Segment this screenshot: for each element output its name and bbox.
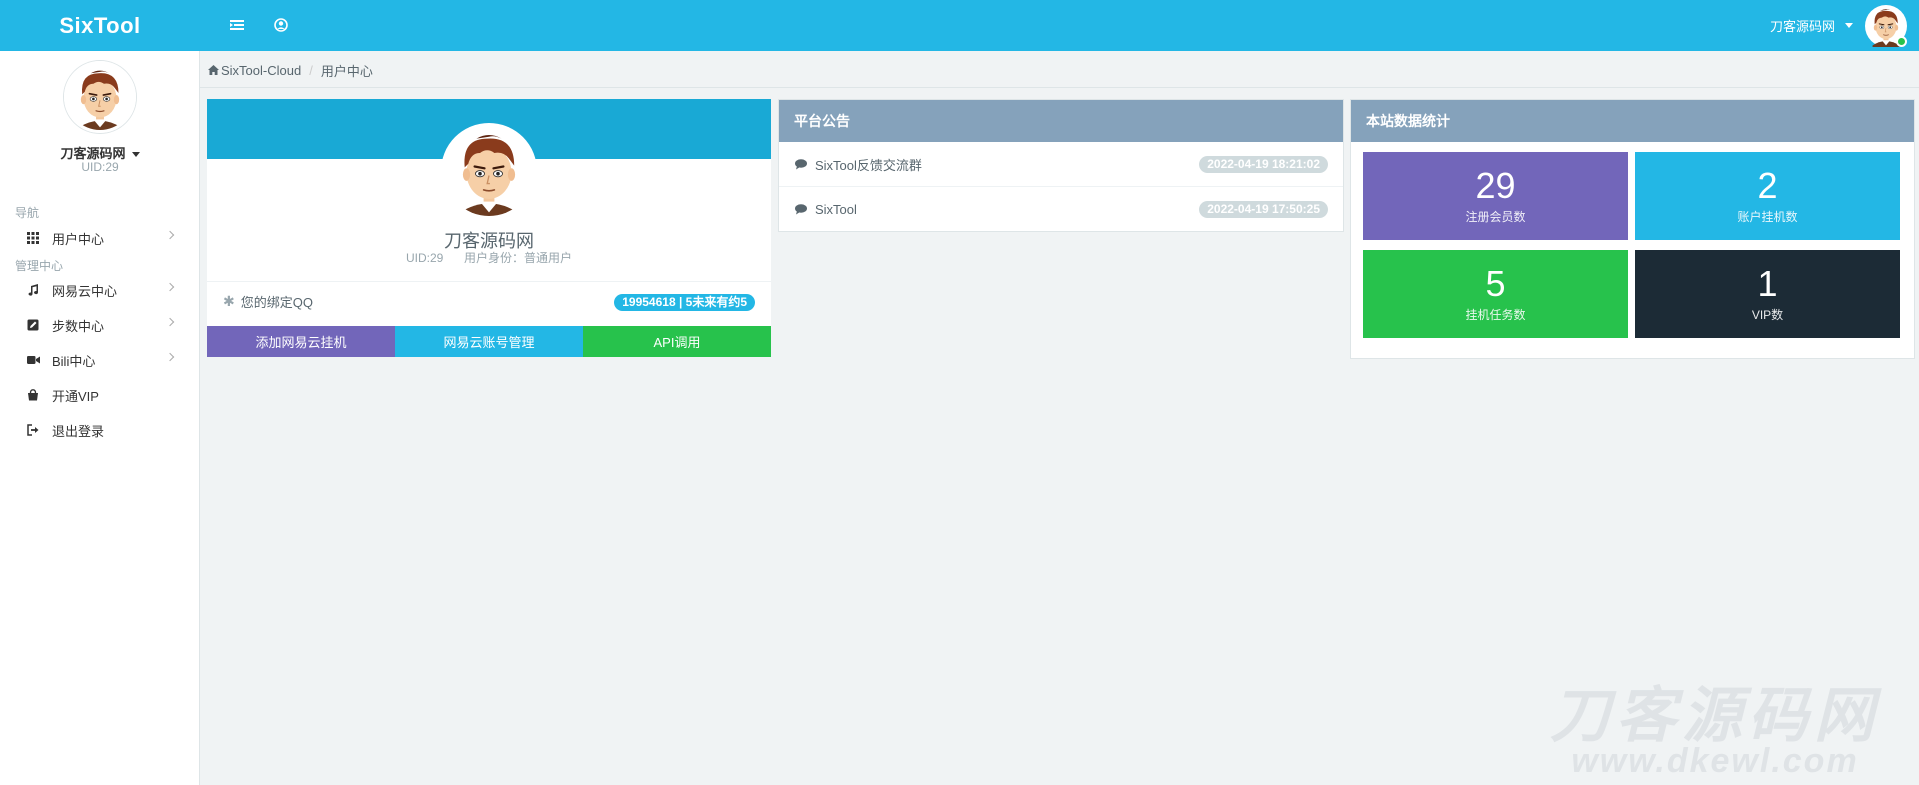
top-navbar: SixTool 刀客源码网 [0,0,1919,51]
breadcrumb-divider [200,87,1919,88]
sidebar-uid: UID:29 [81,160,119,174]
watermark: 刀客源码网 www.dkewl.com [1525,682,1905,780]
sidebar-item-vip[interactable]: 开通VIP [0,378,199,412]
comment-icon [795,204,807,215]
nav-section-header: 管理中心 [15,259,64,273]
chevron-right-icon [165,352,175,362]
profile-role: 用户身份：普通用户 [464,251,573,265]
header-avatar[interactable] [1865,5,1907,47]
stat-label: VIP数 [1751,308,1784,322]
action-button-group: 添加网易云挂机 网易云账号管理 API调用 [207,326,771,357]
qq-binding-row: ✱ 您的绑定QQ 19954618 | 5未来有约5 [207,281,771,321]
asterisk-icon: ✱ [223,293,235,309]
stats-title: 本站数据统计 [1351,100,1914,142]
user-circle-icon[interactable] [270,14,292,36]
breadcrumb-root-link[interactable]: SixTool-Cloud [221,63,301,78]
stat-host-tasks: 5 挂机任务数 [1363,250,1628,338]
qq-value-badge: 19954618 | 5未来有约5 [614,294,755,311]
watermark-en: www.dkewl.com [1571,742,1859,780]
chevron-right-icon [165,282,175,292]
home-icon[interactable] [208,65,219,75]
chevron-down-icon [131,152,140,158]
chevron-right-icon [165,230,175,240]
sidebar-item-netease[interactable]: 网易云中心 [0,273,199,307]
sidebar-item-label: 开通VIP [52,388,99,404]
sidebar-item-label: 步数中心 [52,318,105,334]
shopping-bag-icon [24,386,42,404]
sidebar-avatar[interactable] [64,61,136,133]
profile-meta: UID:29 用户身份：普通用户 [207,249,771,266]
stat-label: 账户挂机数 [1737,210,1798,224]
header-username[interactable]: 刀客源码网 [1770,16,1835,35]
stat-value: 2 [1757,165,1778,206]
profile-uid: UID:29 [405,251,444,265]
announcement-title: 平台公告 [779,100,1343,142]
stat-value: 5 [1485,263,1506,304]
announcement-time-badge: 2022-04-19 17:50:25 [1199,201,1328,218]
chevron-right-icon [165,317,175,327]
stat-value: 29 [1475,165,1516,206]
announcement-panel: 平台公告 SixTool反馈交流群 2022-04-19 18:21:02 Si… [778,99,1344,232]
sign-out-icon [24,421,42,439]
chevron-down-icon [1845,23,1853,28]
sidebar-item-logout[interactable]: 退出登录 [0,413,199,447]
sidebar-item-bili[interactable]: Bili中心 [0,343,199,377]
sidebar-item-label: 退出登录 [52,423,105,439]
grid-icon [24,229,42,247]
music-icon [24,281,42,299]
watermark-cn: 刀客源码网 [1550,682,1880,749]
sidebar-item-label: 用户中心 [52,231,105,247]
api-call-button[interactable]: API调用 [583,326,771,357]
stat-label: 挂机任务数 [1465,308,1526,322]
user-menu[interactable]: 刀客源码网 [1770,0,1919,51]
online-status-dot [1896,35,1907,47]
sidebar-item-steps[interactable]: 步数中心 [0,308,199,342]
sidebar-item-label: 网易云中心 [52,283,118,299]
add-netease-task-button[interactable]: 添加网易云挂机 [207,326,395,357]
qq-label: 您的绑定QQ [240,295,313,310]
announcement-time-badge: 2022-04-19 18:21:02 [1199,156,1328,173]
stat-vip-count: 1 VIP数 [1635,250,1900,338]
nav-section-header: 导航 [15,206,40,220]
edit-icon [24,316,42,334]
comment-icon [795,158,807,170]
site-stats-panel: 本站数据统计 29 注册会员数 2 账户挂机数 5 挂机任务数 1 VIP数 [1350,99,1915,359]
stat-value: 1 [1757,263,1778,304]
profile-avatar [441,123,537,219]
toggle-sidebar-icon[interactable] [226,14,248,36]
stat-account-hosts: 2 账户挂机数 [1635,152,1900,240]
announcement-item[interactable]: SixTool 2022-04-19 17:50:25 [779,187,1343,232]
profile-card: 刀客源码网 UID:29 用户身份：普通用户 ✱ 您的绑定QQ 19954618… [207,99,771,357]
stat-label: 注册会员数 [1465,210,1526,224]
sidebar-item-user-center[interactable]: 用户中心 [0,221,199,255]
breadcrumb: SixTool-Cloud / 用户中心 [208,62,373,79]
announcement-text[interactable]: SixTool反馈交流群 [815,155,922,174]
breadcrumb-current: 用户中心 [320,63,373,79]
stat-registered-members: 29 注册会员数 [1363,152,1628,240]
announcement-item[interactable]: SixTool反馈交流群 2022-04-19 18:21:02 [779,142,1343,187]
netease-account-manage-button[interactable]: 网易云账号管理 [395,326,583,357]
announcement-text[interactable]: SixTool [815,202,857,217]
sidebar: 刀客源码网 UID:29 导航 用户中心 管理中心 网易云中心 步数中心 Bil… [0,51,200,785]
video-icon [24,351,42,369]
breadcrumb-separator: / [309,62,313,78]
sidebar-item-label: Bili中心 [52,353,96,369]
brand-logo[interactable]: SixTool [0,0,200,51]
